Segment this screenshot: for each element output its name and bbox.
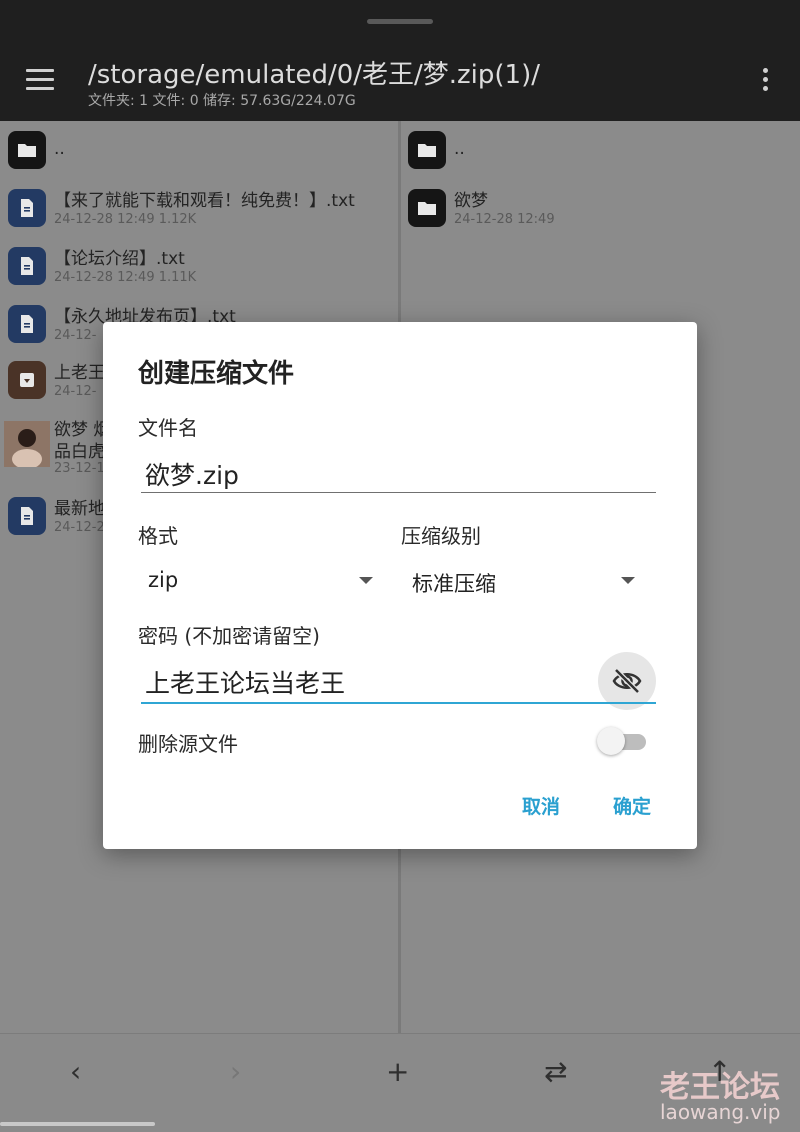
filename-underline bbox=[141, 492, 656, 493]
folder-icon bbox=[8, 131, 46, 169]
file-meta: 24-12- bbox=[54, 384, 97, 399]
scroll-indicator bbox=[0, 1122, 155, 1126]
password-label: 密码 (不加密请留空) bbox=[138, 624, 320, 648]
compression-level-select[interactable]: 标准压缩 bbox=[412, 568, 496, 598]
text-file-icon bbox=[8, 247, 46, 285]
cancel-button[interactable]: 取消 bbox=[522, 792, 560, 819]
file-meta: 23-12-1 bbox=[54, 461, 105, 476]
current-path: /storage/emulated/0/老王/梦.zip(1)/ bbox=[88, 60, 540, 90]
file-meta: 24-12-2 bbox=[54, 520, 105, 535]
chevron-down-icon[interactable] bbox=[621, 577, 635, 584]
toggle-thumb[interactable] bbox=[597, 727, 625, 755]
compression-level-label: 压缩级别 bbox=[401, 524, 481, 548]
list-item[interactable]: 【论坛介绍】.txt 24-12-28 12:49 1.11K bbox=[0, 243, 398, 299]
file-name: 欲梦 bbox=[454, 191, 488, 211]
filename-input[interactable]: 欲梦.zip bbox=[145, 456, 239, 492]
file-name-line2: 品白虎 bbox=[54, 442, 105, 462]
back-icon[interactable]: ‹ bbox=[70, 1055, 81, 1088]
format-label: 格式 bbox=[138, 524, 178, 548]
more-options-icon[interactable] bbox=[760, 68, 770, 94]
list-item[interactable]: 欲梦 24-12-28 12:49 bbox=[401, 185, 800, 241]
text-file-icon bbox=[8, 189, 46, 227]
menu-icon[interactable] bbox=[26, 69, 54, 91]
file-name: 最新地 bbox=[54, 499, 105, 519]
dialog-title: 创建压缩文件 bbox=[138, 359, 295, 389]
add-icon[interactable]: + bbox=[386, 1055, 409, 1088]
app-bar: /storage/emulated/0/老王/梦.zip(1)/ 文件夹: 1 … bbox=[0, 0, 800, 121]
delete-source-label: 删除源文件 bbox=[138, 732, 238, 756]
file-name: 上老王 bbox=[54, 363, 105, 383]
image-thumbnail bbox=[4, 421, 50, 467]
file-name: 【论坛介绍】.txt bbox=[54, 249, 185, 269]
folder-icon bbox=[408, 131, 446, 169]
create-archive-dialog: 创建压缩文件 文件名 欲梦.zip 格式 zip 压缩级别 标准压缩 密码 (不… bbox=[103, 322, 697, 849]
archive-icon bbox=[8, 361, 46, 399]
text-file-icon bbox=[8, 305, 46, 343]
password-input[interactable]: 上老王论坛当老王 bbox=[145, 664, 345, 700]
list-item[interactable]: 【来了就能下载和观看！纯免费！】.txt 24-12-28 12:49 1.12… bbox=[0, 185, 398, 241]
list-item-parent[interactable]: .. bbox=[0, 127, 398, 183]
list-item-parent[interactable]: .. bbox=[401, 127, 800, 183]
chevron-down-icon[interactable] bbox=[359, 577, 373, 584]
swap-panes-icon[interactable]: ⇄ bbox=[544, 1055, 567, 1088]
folder-icon bbox=[408, 189, 446, 227]
file-name: .. bbox=[54, 139, 65, 159]
text-file-icon bbox=[8, 497, 46, 535]
filename-label: 文件名 bbox=[138, 416, 198, 440]
storage-info: 文件夹: 1 文件: 0 储存: 57.63G/224.07G bbox=[88, 93, 356, 109]
watermark-url: laowang.vip bbox=[660, 1100, 781, 1124]
file-meta: 24-12-28 12:49 1.12K bbox=[54, 212, 197, 227]
eye-off-icon bbox=[612, 668, 642, 694]
file-meta: 24-12-28 12:49 bbox=[454, 212, 555, 227]
forward-icon[interactable]: › bbox=[230, 1055, 241, 1088]
drag-handle[interactable] bbox=[367, 19, 433, 24]
file-name: .. bbox=[454, 139, 465, 159]
password-underline bbox=[141, 702, 656, 704]
format-select[interactable]: zip bbox=[148, 568, 178, 592]
file-meta: 24-12- bbox=[54, 328, 97, 343]
ok-button[interactable]: 确定 bbox=[613, 792, 651, 819]
file-name: 【来了就能下载和观看！纯免费！】.txt bbox=[54, 191, 355, 211]
file-meta: 24-12-28 12:49 1.11K bbox=[54, 270, 197, 285]
